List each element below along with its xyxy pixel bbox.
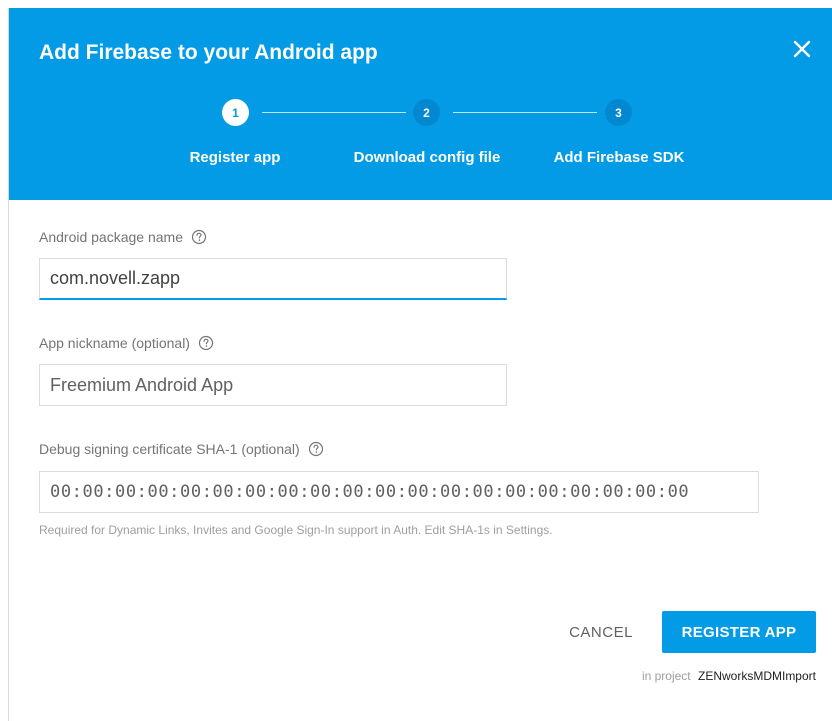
close-icon[interactable] — [787, 34, 817, 64]
step-3-indicator: 3 — [605, 99, 632, 126]
step-1-indicator: 1 — [222, 99, 249, 126]
package-name-label: Android package name — [39, 229, 207, 245]
cancel-button[interactable]: CANCEL — [553, 611, 649, 653]
dialog-title: Add Firebase to your Android app — [39, 41, 378, 64]
sha1-label-text: Debug signing certificate SHA-1 (optiona… — [39, 441, 300, 457]
sha1-input[interactable]: 00:00:00:00:00:00:00:00:00:00:00:00:00:0… — [39, 471, 759, 513]
project-prefix: in project — [641, 669, 691, 683]
stepper-connector-1 — [262, 112, 406, 113]
package-name-input[interactable]: com.novell.zapp — [39, 258, 507, 300]
dialog-header: Add Firebase to your Android app 1 2 3 R… — [9, 8, 832, 200]
step-3-label: Add Firebase SDK — [553, 149, 685, 166]
help-circle-icon[interactable] — [198, 335, 214, 351]
add-firebase-dialog: Add Firebase to your Android app 1 2 3 R… — [8, 8, 832, 721]
app-nickname-input[interactable]: Freemium Android App — [39, 364, 507, 406]
project-name: ZENworksMDMImport — [697, 669, 816, 683]
step-2-indicator: 2 — [413, 99, 440, 126]
step-2-label: Download config file — [353, 149, 501, 166]
sha1-label: Debug signing certificate SHA-1 (optiona… — [39, 441, 324, 457]
app-nickname-label: App nickname (optional) — [39, 335, 214, 351]
stepper-connector-2 — [453, 112, 597, 113]
sha1-hint: Required for Dynamic Links, Invites and … — [39, 523, 553, 537]
project-info: in project ZENworksMDMImport — [642, 669, 816, 683]
step-1-label: Register app — [189, 149, 281, 166]
app-nickname-label-text: App nickname (optional) — [39, 335, 190, 351]
help-circle-icon[interactable] — [308, 441, 324, 457]
register-app-button[interactable]: REGISTER APP — [662, 611, 816, 653]
help-circle-icon[interactable] — [191, 229, 207, 245]
package-name-label-text: Android package name — [39, 229, 183, 245]
